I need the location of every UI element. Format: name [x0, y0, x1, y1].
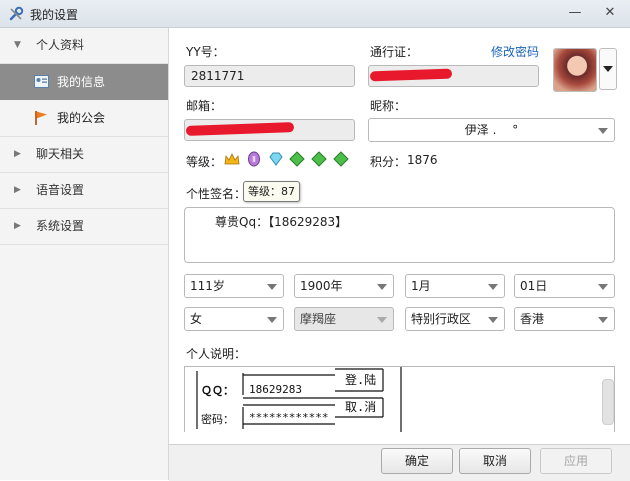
chevron-down-icon [603, 66, 613, 72]
sidebar-group-label: 系统设置 [36, 219, 85, 233]
avatar[interactable] [553, 48, 597, 92]
qq-value: 18629283 [249, 383, 302, 396]
sidebar-group-profile[interactable]: ▼ 个人资料 [0, 28, 168, 64]
birth-month-select[interactable]: 1月 [405, 274, 505, 298]
chevron-down-icon [598, 284, 608, 290]
sidebar-item-my-guild[interactable]: 我的公会 [0, 100, 168, 137]
flag-icon [35, 111, 47, 125]
crown-icon [224, 151, 240, 167]
nickname-field[interactable]: 伊泽 . ° [368, 118, 615, 142]
chevron-down-icon [488, 284, 498, 290]
close-button[interactable]: ✕ [601, 4, 619, 22]
description-label: 个人说明： [186, 347, 247, 361]
passport-label: 通行证： [370, 45, 419, 59]
collapsed-triangle-icon: ▶ [14, 221, 21, 231]
city-select[interactable]: 香港 [514, 307, 615, 331]
sidebar-group-chat[interactable]: ▶ 聊天相关 [0, 137, 168, 173]
svg-text:Ⅱ: Ⅱ [252, 155, 256, 164]
nickname-value: 伊泽 . ° [464, 123, 519, 137]
collapsed-triangle-icon: ▶ [14, 185, 21, 195]
green-star-icon [333, 151, 349, 167]
login-text-button: 登.陆 [345, 373, 377, 387]
password-value: ************ [249, 411, 329, 424]
sidebar-group-label: 个人资料 [36, 38, 85, 52]
gender-value: 女 [190, 312, 203, 326]
level-badges[interactable]: Ⅱ [224, 151, 351, 169]
city-value: 香港 [520, 312, 545, 326]
sidebar-group-label: 聊天相关 [36, 147, 85, 161]
description-scrollbar[interactable] [602, 379, 614, 425]
birth-year-select[interactable]: 1900年 [294, 274, 394, 298]
avatar-dropdown-button[interactable] [599, 48, 617, 90]
province-value: 特别行政区 [411, 312, 472, 326]
day-value: 01日 [520, 279, 548, 293]
green-star-icon [311, 151, 328, 167]
sidebar-group-voice[interactable]: ▶ 语音设置 [0, 173, 168, 209]
change-password-link[interactable]: 修改密码 [491, 43, 539, 60]
purple-medal-icon: Ⅱ [246, 151, 262, 167]
window-title: 我的设置 [30, 8, 79, 22]
email-label: 邮箱： [186, 99, 223, 113]
zodiac-value: 摩羯座 [300, 312, 337, 326]
points-value: 1876 [407, 153, 438, 167]
password-label: 密码： [201, 413, 234, 426]
sidebar-item-label: 我的信息 [57, 75, 106, 89]
nickname-label: 昵称： [370, 99, 407, 113]
points-label: 积分： [370, 155, 407, 169]
month-value: 1月 [411, 279, 431, 293]
chevron-down-icon [598, 317, 608, 323]
year-value: 1900年 [300, 279, 343, 293]
age-select[interactable]: 111岁 [184, 274, 284, 298]
province-select[interactable]: 特别行政区 [405, 307, 505, 331]
yy-number-field: 2811771 [184, 65, 355, 87]
zodiac-select: 摩羯座 [294, 307, 394, 331]
chevron-down-icon [488, 317, 498, 323]
apply-button[interactable]: 应用 [540, 448, 612, 474]
signature-text: 尊贵Qq：【18629283】 [215, 215, 348, 229]
chevron-down-icon [598, 128, 608, 134]
diamond-icon [268, 151, 284, 167]
description-input[interactable]: ＱＱ： 18629283 登.陆 密码： ************ 取.消 [184, 366, 615, 432]
expanded-triangle-icon: ▼ [14, 40, 21, 50]
yy-number-label: YY号： [186, 45, 225, 59]
chevron-down-icon [267, 284, 277, 290]
cancel-button[interactable]: 取消 [459, 448, 531, 474]
level-tooltip: 等级：87 [243, 181, 300, 202]
sidebar-group-label: 语音设置 [36, 183, 85, 197]
chevron-down-icon [267, 317, 277, 323]
signature-input[interactable]: 尊贵Qq：【18629283】 [184, 207, 615, 263]
green-star-icon [289, 151, 306, 167]
minimize-button[interactable]: — [566, 4, 584, 22]
qq-label: ＱＱ： [201, 384, 234, 397]
sidebar-item-label: 我的公会 [57, 111, 106, 125]
signature-label: 个性签名： [186, 187, 247, 201]
level-label: 等级： [186, 155, 223, 169]
chevron-down-icon [377, 284, 387, 290]
sidebar-item-my-info[interactable]: 我的信息 [0, 64, 168, 100]
chevron-down-icon [377, 317, 387, 323]
sidebar-group-system[interactable]: ▶ 系统设置 [0, 209, 168, 245]
gender-select[interactable]: 女 [184, 307, 284, 331]
birth-day-select[interactable]: 01日 [514, 274, 615, 298]
collapsed-triangle-icon: ▶ [14, 149, 21, 159]
title-bar: 我的设置 — ✕ [0, 0, 630, 28]
cancel-text-button: 取.消 [345, 400, 377, 414]
id-card-icon [34, 75, 49, 88]
ok-button[interactable]: 确定 [381, 448, 453, 474]
wrench-icon [9, 6, 24, 21]
settings-sidebar: ▼ 个人资料 我的信息 我的公会 ▶ 聊天相关 ▶ 语音设置 ▶ 系统设置 [0, 28, 169, 480]
age-value: 111岁 [190, 279, 225, 293]
